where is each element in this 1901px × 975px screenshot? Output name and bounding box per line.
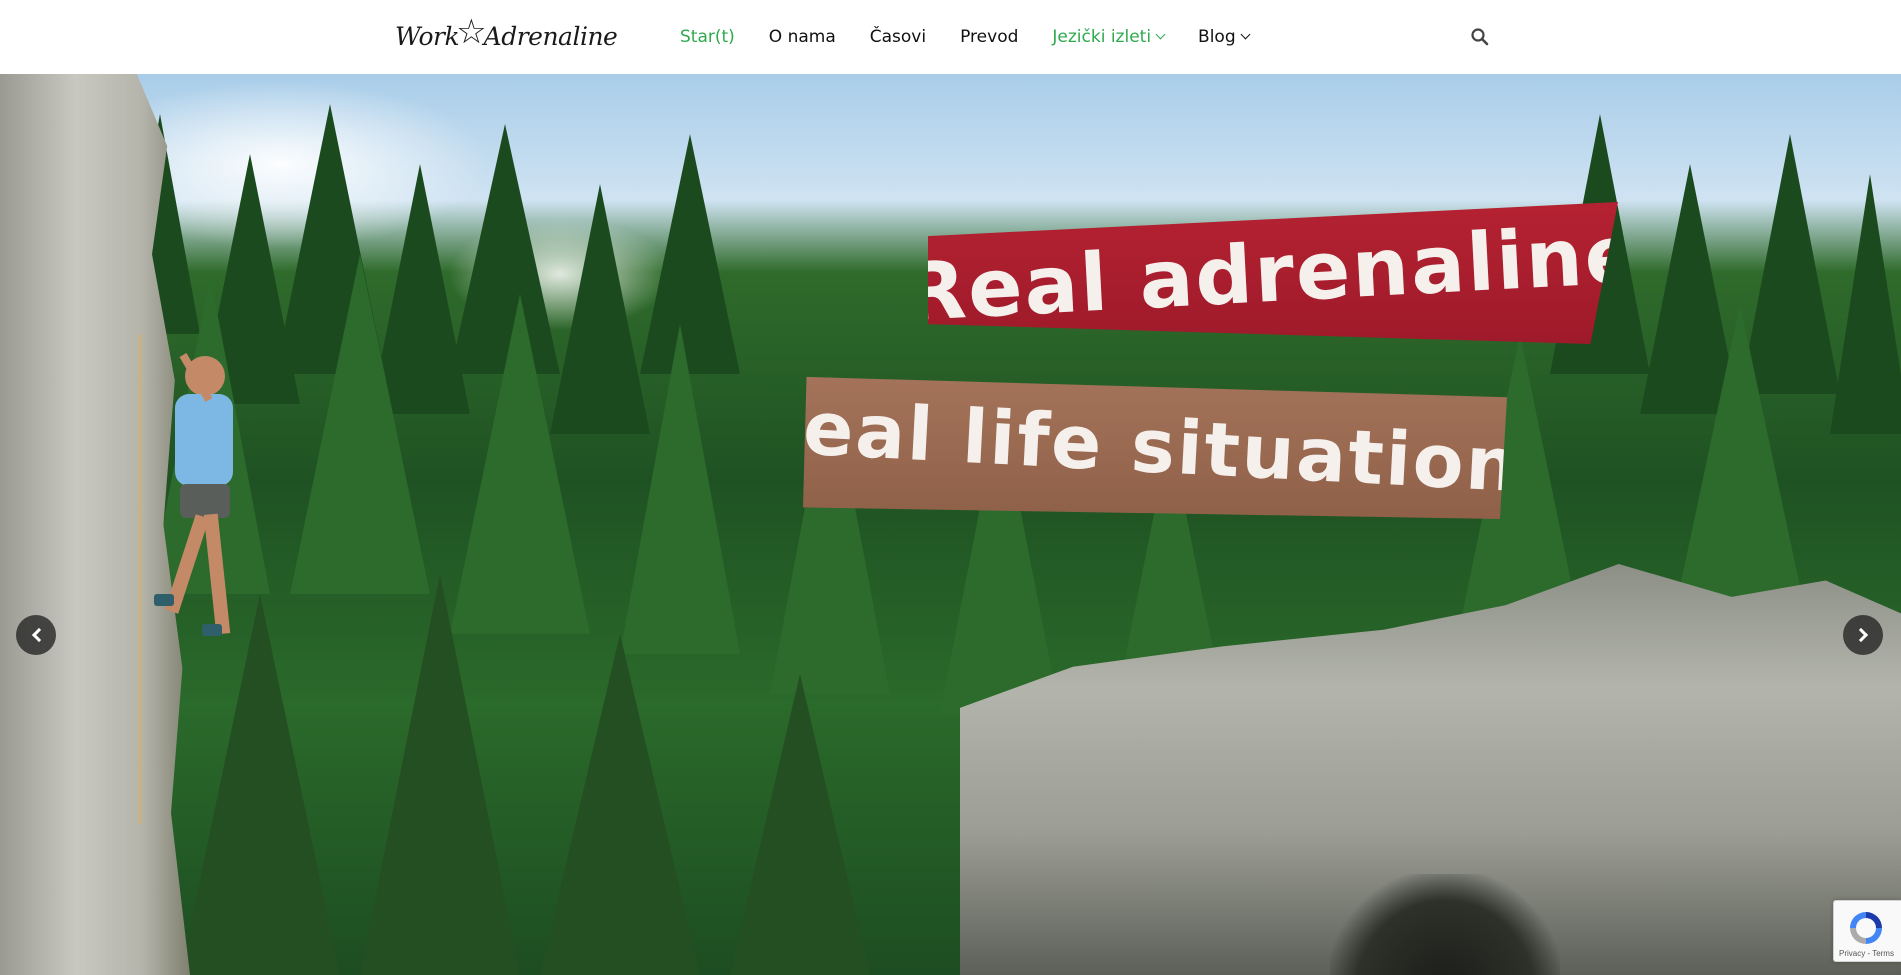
cave-opening [1330,874,1560,975]
chevron-down-icon [1240,29,1251,39]
nav-item-label: Časovi [869,27,927,47]
nav-item-label: Star(t) [680,27,735,47]
site-logo[interactable]: Work ☆ Adrenaline [395,10,618,62]
nav-item-casovi[interactable]: Časovi [870,27,926,47]
nav-item-label: O nama [768,27,836,47]
nav-item-start[interactable]: Star(t) [680,27,735,47]
search-button[interactable] [1470,27,1490,47]
search-icon [1471,28,1489,46]
nav-item-o-nama[interactable]: O nama [769,27,836,47]
recaptcha-badge[interactable]: Privacy - Terms [1833,900,1901,962]
hero-banner-secondary: Real life situations [803,376,1507,519]
chevron-left-icon [31,627,46,643]
nav-item-label: Jezički izleti [1052,27,1152,47]
logo-text-end: Adrenaline [483,21,618,51]
hero-subheadline: Real life situations [741,382,1569,511]
nav-item-blog[interactable]: Blog [1198,27,1251,47]
recaptcha-icon [1850,912,1882,944]
nav-item-jezicki-izleti[interactable]: Jezički izleti [1052,27,1166,47]
hero-slider: Real adrenaline Real life situations [0,74,1901,975]
chevron-right-icon [1853,627,1868,643]
climber-figure [139,334,233,824]
main-nav: Star(t) O nama Časovi Prevod Jezički izl… [680,0,1283,74]
nav-item-prevod[interactable]: Prevod [960,27,1018,47]
star-icon: ☆ [456,13,487,51]
slider-prev-button[interactable] [16,615,56,655]
logo-text-start: Work [395,21,460,51]
nav-item-label: Blog [1198,27,1236,47]
chevron-down-icon [1155,29,1166,39]
slider-next-button[interactable] [1843,615,1883,655]
site-header: Work ☆ Adrenaline Star(t) O nama Časovi … [0,0,1901,74]
recaptcha-links[interactable]: Privacy - Terms [1839,949,1894,958]
nav-item-label: Prevod [960,27,1019,47]
